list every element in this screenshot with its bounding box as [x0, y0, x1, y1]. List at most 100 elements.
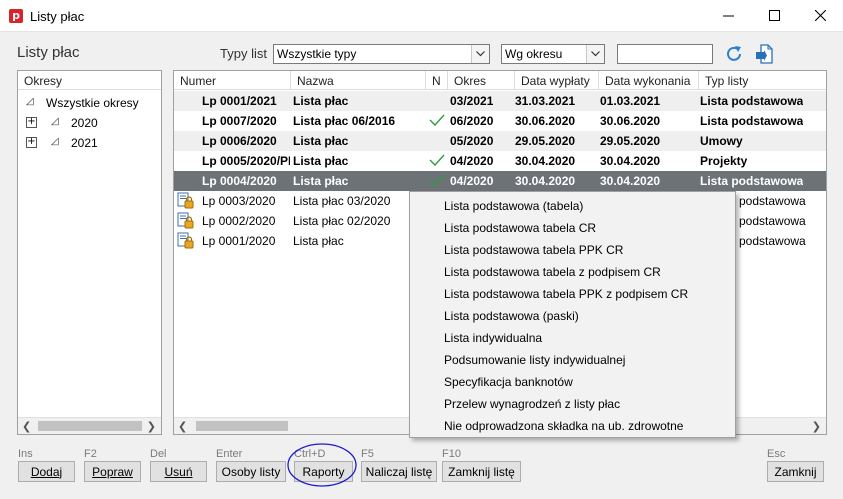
- add-button[interactable]: Dodaj: [18, 461, 75, 482]
- cell-data-wykonania: 01.03.2021: [600, 94, 661, 108]
- menu-item-report[interactable]: Nie odprowadzona składka na ub. zdrowotn…: [444, 419, 683, 441]
- search-field[interactable]: [617, 44, 713, 64]
- minimize-icon: [722, 15, 734, 17]
- table-row[interactable]: Lp 0001/2021 Lista płac 03/2021 31.03.20…: [174, 91, 826, 111]
- add-button-label: Dodaj: [30, 464, 63, 479]
- cell-okres: 05/2020: [450, 134, 494, 148]
- edit-button-label: Popraw: [92, 464, 133, 479]
- cell-typ: podstawowa: [739, 234, 806, 248]
- search-input[interactable]: [620, 46, 710, 62]
- cell-data-wyplaty: 30.04.2020: [515, 154, 576, 168]
- checkmark-icon: [429, 113, 445, 130]
- tree-item-label: 2020: [71, 116, 98, 130]
- shortcut-hint: Del: [150, 448, 167, 460]
- minimize-button[interactable]: [705, 0, 751, 31]
- scroll-left-icon[interactable]: ❮: [22, 420, 31, 433]
- table-row[interactable]: Lp 0007/2020 Lista płac 06/2016 06/2020 …: [174, 111, 826, 131]
- cell-data-wykonania: 30.06.2020: [600, 114, 661, 128]
- col-header-okres[interactable]: Okres: [448, 71, 515, 90]
- menu-item-report[interactable]: Lista podstawowa (paski): [444, 309, 579, 331]
- shortcut-hint: Ins: [18, 448, 33, 460]
- cell-typ: Projekty: [700, 154, 748, 168]
- app-logo-icon: p: [9, 9, 23, 23]
- cell-okres: 04/2020: [450, 154, 494, 168]
- cell-numer: Lp 0003/2020: [202, 194, 276, 208]
- scroll-left-icon[interactable]: ❮: [178, 420, 187, 433]
- col-header-data-wyplaty[interactable]: Data wypłaty: [515, 71, 599, 90]
- scrollbar-thumb[interactable]: [196, 421, 288, 431]
- title-bar[interactable]: p Listy płac: [0, 0, 843, 32]
- expanded-triangle-icon: ◿: [26, 96, 34, 107]
- locked-document-icon: [177, 232, 195, 250]
- table-row[interactable]: Lp 0005/2020/PR Lista płac 04/2020 30.04…: [174, 151, 826, 171]
- reports-context-menu[interactable]: Lista podstawowa (tabela) Lista podstawo…: [409, 191, 736, 438]
- menu-item-report[interactable]: Przelew wynagrodzeń z listy płac: [444, 397, 620, 419]
- calculate-list-button[interactable]: Naliczaj listę: [361, 461, 437, 482]
- expand-plus-icon[interactable]: +: [26, 137, 37, 148]
- cell-data-wyplaty: 31.03.2021: [515, 94, 576, 108]
- scrollbar-thumb[interactable]: [38, 421, 142, 431]
- cell-okres: 04/2020: [450, 174, 494, 188]
- close-window-button[interactable]: [797, 0, 843, 31]
- menu-item-report[interactable]: Lista podstawowa tabela PPK CR: [444, 243, 623, 265]
- periods-panel[interactable]: Okresy ◿ Wszystkie okresy + ◿ 2020 + ◿ 2…: [17, 70, 162, 435]
- expand-plus-icon[interactable]: +: [26, 117, 37, 128]
- tree-item-label: 2021: [71, 136, 98, 150]
- cell-okres: 03/2021: [450, 94, 494, 108]
- cell-nazwa: Lista płac: [293, 94, 349, 108]
- shortcut-hint: F5: [361, 448, 374, 460]
- persons-button[interactable]: Osoby listy: [216, 461, 286, 482]
- cell-nazwa: Lista płac: [293, 154, 349, 168]
- edit-button[interactable]: Popraw: [84, 461, 141, 482]
- close-list-button[interactable]: Zamknij listę: [442, 461, 521, 482]
- close-icon: [814, 10, 826, 21]
- cell-nazwa: Lista płac: [293, 134, 349, 148]
- export-document-icon[interactable]: [754, 43, 774, 65]
- cell-data-wyplaty: 29.05.2020: [515, 134, 576, 148]
- menu-item-report[interactable]: Lista podstawowa tabela CR: [444, 221, 596, 243]
- cell-nazwa: Lista płac 03/2020: [293, 194, 391, 208]
- table-row[interactable]: Lp 0006/2020 Lista płac 05/2020 29.05.20…: [174, 131, 826, 151]
- menu-item-report[interactable]: Lista podstawowa tabela z podpisem CR: [444, 265, 661, 287]
- delete-button[interactable]: Usuń: [150, 461, 207, 482]
- delete-button-label: Usuń: [164, 464, 193, 479]
- types-select[interactable]: Wszystkie typy: [273, 44, 490, 64]
- menu-item-report[interactable]: Podsumowanie listy indywidualnej: [444, 353, 625, 375]
- refresh-icon[interactable]: [724, 44, 744, 64]
- shortcut-hint: Enter: [216, 448, 243, 460]
- col-header-nazwa[interactable]: Nazwa: [291, 71, 426, 90]
- periods-horizontal-scrollbar[interactable]: ❮ ❯: [18, 417, 161, 434]
- col-header-data-wykonania[interactable]: Data wykonania: [599, 71, 699, 90]
- menu-item-report[interactable]: Lista podstawowa tabela PPK z podpisem C…: [444, 287, 688, 309]
- annotation-ellipse: [287, 443, 357, 487]
- cell-nazwa: Lista płac 06/2016: [293, 114, 396, 128]
- cell-numer: Lp 0007/2020: [202, 114, 277, 128]
- cell-data-wyplaty: 30.04.2020: [515, 174, 576, 188]
- chevron-down-icon[interactable]: [471, 45, 489, 63]
- maximize-icon: [768, 10, 780, 21]
- shortcut-hint: F10: [442, 448, 461, 460]
- period-select[interactable]: Wg okresu: [501, 44, 605, 64]
- table-header: Numer Nazwa N Okres Data wypłaty Data wy…: [174, 71, 826, 90]
- shortcut-hint: Esc: [767, 448, 786, 460]
- cell-okres: 06/2020: [450, 114, 494, 128]
- cell-numer: Lp 0004/2020: [202, 174, 277, 188]
- col-header-typ-listy[interactable]: Typ listy: [699, 71, 826, 90]
- checkmark-icon: [429, 153, 445, 170]
- col-header-n[interactable]: N: [426, 71, 448, 90]
- menu-item-report[interactable]: Lista podstawowa (tabela): [444, 199, 583, 221]
- close-button[interactable]: Zamknij: [767, 461, 824, 482]
- chevron-down-icon[interactable]: [586, 45, 604, 63]
- tree-item-label: Wszystkie okresy: [46, 96, 139, 110]
- scroll-right-icon[interactable]: ❯: [812, 420, 821, 433]
- maximize-button[interactable]: [751, 0, 797, 31]
- col-header-numer[interactable]: Numer: [174, 71, 291, 90]
- types-select-value: Wszystkie typy: [277, 47, 357, 61]
- table-row-selected[interactable]: Lp 0004/2020 Lista płac 04/2020 30.04.20…: [174, 171, 826, 191]
- window-title: Listy płac: [30, 9, 85, 24]
- scroll-right-icon[interactable]: ❯: [147, 420, 156, 433]
- menu-item-report[interactable]: Specyfikacja banknotów: [444, 375, 573, 397]
- cell-typ: Lista podstawowa: [700, 114, 804, 128]
- cell-numer: Lp 0006/2020: [202, 134, 277, 148]
- menu-item-report[interactable]: Lista indywidualna: [444, 331, 542, 353]
